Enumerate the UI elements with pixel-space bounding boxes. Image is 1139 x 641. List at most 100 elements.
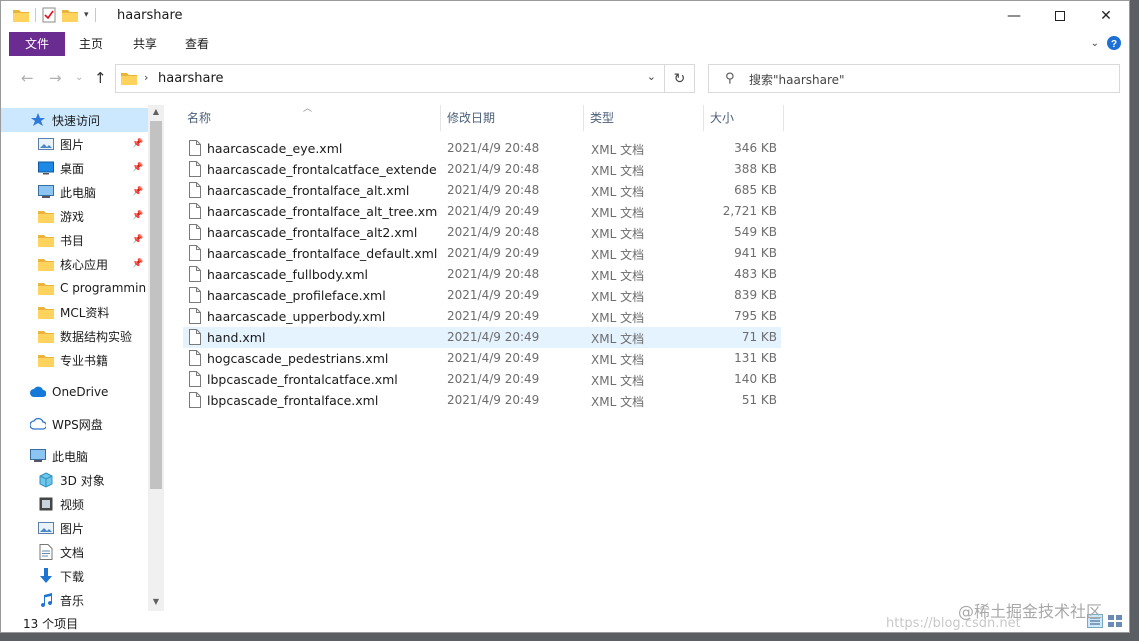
scroll-down-arrow-icon[interactable]: ▼ (148, 595, 164, 609)
breadcrumb-chevron-icon[interactable]: › (144, 71, 148, 84)
file-row[interactable]: haarcascade_frontalface_default.xml 2021/… (183, 243, 781, 264)
address-dropdown-chevron-icon[interactable]: ⌄ (647, 70, 656, 83)
file-row[interactable]: lbpcascade_frontalcatface.xml 2021/4/9 20… (183, 369, 781, 390)
file-type: XML 文档 (591, 227, 645, 241)
file-size: 941 KB (734, 246, 777, 260)
folder-icon (38, 328, 54, 344)
sidebar-item[interactable]: 桌面 📌 (1, 156, 148, 180)
file-row[interactable]: haarcascade_frontalface_alt_tree.xml 2021… (183, 201, 781, 222)
refresh-icon: ↻ (673, 70, 686, 87)
file-row[interactable]: lbpcascade_frontalface.xml 2021/4/9 20:49… (183, 390, 781, 411)
file-row[interactable]: hand.xml 2021/4/9 20:49 XML 文档 71 KB (183, 327, 781, 348)
sidebar-item-label: 文档 (60, 545, 85, 560)
column-header-date[interactable]: 修改日期 (441, 105, 584, 131)
search-box[interactable]: ⚲ 搜索"haarshare" (708, 64, 1120, 93)
properties-icon[interactable] (42, 7, 56, 23)
sidebar-item-label: 音乐 (60, 593, 85, 608)
title-bar: ▾ haarshare — ✕ (1, 1, 1129, 32)
sidebar-item[interactable]: WPS网盘 (1, 412, 148, 436)
xml-file-icon (189, 350, 201, 369)
sidebar-item[interactable]: 快速访问 (1, 108, 148, 132)
file-row[interactable]: haarcascade_frontalface_alt2.xml 2021/4/9… (183, 222, 781, 243)
pin-icon[interactable]: 📌 (132, 139, 144, 149)
sidebar-item[interactable]: 游戏 📌 (1, 204, 148, 228)
pin-icon[interactable]: 📌 (132, 235, 144, 245)
sidebar-item-label: WPS网盘 (52, 417, 103, 432)
file-name: lbpcascade_frontalface.xml (207, 393, 379, 408)
file-size: 71 KB (741, 330, 777, 344)
sidebar-item[interactable]: C programmin (1, 276, 148, 300)
sidebar-scrollbar-thumb[interactable] (150, 121, 162, 489)
file-type: XML 文档 (591, 353, 645, 367)
sidebar-item[interactable]: 图片 📌 (1, 132, 148, 156)
file-row[interactable]: haarcascade_eye.xml 2021/4/9 20:48 XML 文档 3… (183, 138, 781, 159)
new-folder-icon[interactable] (62, 8, 78, 22)
customize-toolbar-chevron-icon[interactable]: ▾ (84, 10, 89, 20)
sidebar-item-label: 数据结构实验 (60, 329, 133, 344)
sidebar-item[interactable]: 下载 (1, 564, 148, 588)
file-row[interactable]: haarcascade_frontalcatface_extended... 20… (183, 159, 781, 180)
large-icons-view-icon[interactable] (1107, 614, 1123, 628)
tab-view[interactable]: 查看 (177, 32, 217, 56)
close-button[interactable]: ✕ (1083, 1, 1129, 31)
pin-icon[interactable]: 📌 (132, 163, 144, 173)
sidebar-item[interactable]: MCL资料 (1, 300, 148, 324)
scroll-up-arrow-icon[interactable]: ▲ (148, 105, 164, 119)
sidebar-item[interactable]: 核心应用 📌 (1, 252, 148, 276)
sidebar-item[interactable]: 书目 📌 (1, 228, 148, 252)
file-type: XML 文档 (591, 269, 645, 283)
minimize-button[interactable]: — (991, 1, 1037, 31)
sidebar-item[interactable]: 视频 (1, 492, 148, 516)
file-type: XML 文档 (591, 206, 645, 220)
expand-ribbon-chevron-icon[interactable]: ⌄ (1091, 38, 1099, 49)
recent-locations-chevron-icon[interactable]: ⌄ (75, 72, 83, 83)
file-type: XML 文档 (591, 374, 645, 388)
column-header-size[interactable]: 大小 (704, 105, 784, 131)
refresh-button[interactable]: ↻ (665, 64, 695, 93)
file-size: 2,721 KB (722, 204, 777, 218)
file-type: XML 文档 (591, 332, 645, 346)
tab-share[interactable]: 共享 (125, 32, 165, 56)
forward-arrow-icon[interactable]: → (49, 69, 62, 87)
maximize-button[interactable] (1037, 1, 1083, 31)
sidebar-item-label: 视频 (60, 497, 85, 512)
sidebar-item[interactable]: 图片 (1, 516, 148, 540)
file-date: 2021/4/9 20:49 (447, 204, 540, 218)
address-bar[interactable]: › haarshare ⌄ (115, 64, 665, 93)
file-row[interactable]: haarcascade_upperbody.xml 2021/4/9 20:49 X… (183, 306, 781, 327)
column-header-name[interactable]: 名称 (181, 105, 441, 131)
tab-home[interactable]: 主页 (71, 32, 111, 56)
sidebar-item-label: 桌面 (60, 161, 85, 176)
file-row[interactable]: hogcascade_pedestrians.xml 2021/4/9 20:49… (183, 348, 781, 369)
pin-icon[interactable]: 📌 (132, 259, 144, 269)
document-icon (38, 544, 54, 560)
file-date: 2021/4/9 20:48 (447, 141, 540, 155)
item-count: 13 个项目 (23, 617, 79, 631)
ribbon: 文件 主页 共享 查看 ⌄ ? (1, 32, 1129, 56)
file-row[interactable]: haarcascade_frontalface_alt.xml 2021/4/9 … (183, 180, 781, 201)
sidebar-item[interactable]: 数据结构实验 (1, 324, 148, 348)
pin-icon[interactable]: 📌 (132, 211, 144, 221)
sidebar-item[interactable]: OneDrive (1, 380, 148, 404)
back-arrow-icon[interactable]: ← (21, 69, 34, 87)
file-date: 2021/4/9 20:48 (447, 225, 540, 239)
sidebar-item[interactable]: 音乐 (1, 588, 148, 611)
pin-icon[interactable]: 📌 (132, 187, 144, 197)
sidebar-item[interactable]: 3D 对象 (1, 468, 148, 492)
breadcrumb-path[interactable]: haarshare (158, 71, 224, 86)
sidebar-item[interactable]: 此电脑 📌 (1, 180, 148, 204)
tab-file[interactable]: 文件 (9, 32, 65, 56)
sidebar-item[interactable]: 专业书籍 (1, 348, 148, 372)
column-header-type[interactable]: 类型 (584, 105, 704, 131)
sidebar-item[interactable]: 此电脑 (1, 444, 148, 468)
file-row[interactable]: haarcascade_profileface.xml 2021/4/9 20:4… (183, 285, 781, 306)
file-name: haarcascade_frontalcatface_extended... (207, 162, 437, 177)
watermark: @稀土掘金技术社区 (958, 602, 1103, 621)
xml-file-icon (189, 182, 201, 201)
up-arrow-icon[interactable]: ↑ (94, 69, 107, 87)
file-row[interactable]: haarcascade_fullbody.xml 2021/4/9 20:48 XM… (183, 264, 781, 285)
folder-icon[interactable] (13, 8, 29, 22)
file-size: 131 KB (734, 351, 777, 365)
help-icon[interactable]: ? (1107, 36, 1121, 50)
sidebar-item[interactable]: 文档 (1, 540, 148, 564)
